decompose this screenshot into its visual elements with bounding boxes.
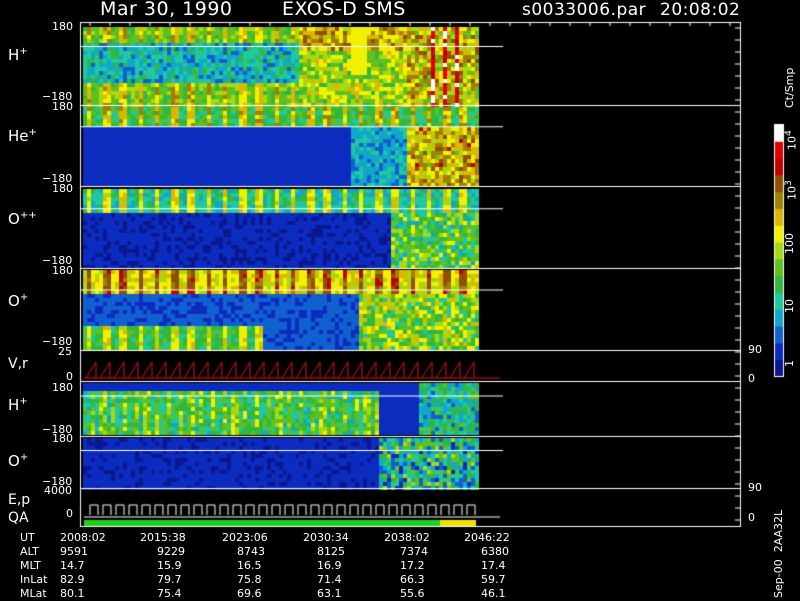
panel-label-h-plus: H+ (8, 46, 28, 64)
cell: 9591 (60, 545, 88, 558)
cell: 79.7 (157, 573, 182, 586)
file-name: s0033006.par (522, 0, 647, 20)
cell: 46.1 (481, 587, 506, 600)
cell: 2030:34 (303, 531, 349, 544)
cell: 16.5 (237, 559, 262, 572)
right-tick-label: 90 (748, 481, 762, 494)
panel-label-he-plus: He+ (8, 127, 37, 145)
table-row: ALT 9591 9229 8743 8125 7374 6380 (0, 545, 560, 559)
cell: 16.9 (317, 559, 342, 572)
colorbar-label: 10 (783, 299, 796, 313)
row-label: UT (20, 531, 35, 544)
panel-label-h-plus-2: H+ (8, 396, 28, 414)
tick-label: 180 (52, 20, 73, 33)
colorbar-unit: Ct/Smp (783, 67, 796, 108)
cell: 8125 (317, 545, 345, 558)
tick-label: 25 (58, 345, 72, 358)
row-label: MLat (20, 587, 47, 600)
panel-label-vr: V,r (8, 356, 28, 372)
tick-label: 180 (52, 182, 73, 195)
right-tick-label: 0 (748, 511, 755, 524)
plot-date: Mar 30, 1990 (100, 0, 233, 20)
cell: 55.6 (400, 587, 425, 600)
tick-label: 180 (52, 264, 73, 277)
cell: 71.4 (317, 573, 342, 586)
cell: 69.6 (237, 587, 262, 600)
cell: 7374 (400, 545, 428, 558)
cell: 9229 (157, 545, 185, 558)
table-row: UT 2008:02 2015:38 2023:06 2030:34 2038:… (0, 531, 560, 545)
colorbar-label: 104 (783, 130, 799, 150)
right-tick-label: 90 (748, 343, 762, 356)
row-label: ALT (20, 545, 39, 558)
cell: 59.7 (481, 573, 506, 586)
cell: 82.9 (60, 573, 85, 586)
tick-label: 4000 (44, 484, 72, 497)
cell: 2008:02 (60, 531, 106, 544)
cell: 2038:02 (384, 531, 430, 544)
tick-label: 0 (66, 507, 73, 520)
cell: 17.2 (400, 559, 425, 572)
instrument-title: EXOS-D SMS (282, 0, 406, 20)
cell: 15.9 (157, 559, 182, 572)
colorbar-label: 100 (783, 233, 796, 254)
plot-time: 20:08:02 (660, 0, 741, 20)
right-tick-label: 0 (748, 372, 755, 385)
cell: 17.4 (481, 559, 506, 572)
tick-label: 180 (52, 432, 73, 445)
panel-label-ep: E,p (8, 492, 31, 508)
panel-label-o-plus: O+ (8, 292, 29, 310)
table-row: MLat 80.1 75.4 69.6 63.1 55.6 46.1 (0, 587, 560, 601)
cell: 8743 (237, 545, 265, 558)
cell: 2046:22 (464, 531, 510, 544)
colorbar-label: 1 (783, 360, 796, 367)
cell: 2023:06 (222, 531, 268, 544)
cell: 63.1 (317, 587, 342, 600)
row-label: InLat (20, 573, 48, 586)
cell: 66.3 (400, 573, 425, 586)
cell: 2015:38 (140, 531, 186, 544)
cell: 6380 (481, 545, 509, 558)
colorbar-label: 103 (783, 180, 799, 200)
table-row: MLT 14.7 15.9 16.5 16.9 17.2 17.4 (0, 559, 560, 573)
table-row: InLat 82.9 79.7 75.8 71.4 66.3 59.7 (0, 573, 560, 587)
cell: 14.7 (60, 559, 85, 572)
panel-label-qa: QA (8, 510, 29, 526)
cell: 75.4 (157, 587, 182, 600)
tick-label: 180 (52, 100, 73, 113)
panel-label-o-plusplus: O++ (8, 210, 37, 228)
panel-label-o-plus-2: O+ (8, 452, 29, 470)
cell: 75.8 (237, 573, 262, 586)
spectrogram-plot (0, 0, 800, 600)
cell: 80.1 (60, 587, 85, 600)
row-label: MLT (20, 559, 41, 572)
footer-label: Sep-00 2AA32L (772, 509, 785, 598)
tick-label: 180 (52, 381, 73, 394)
